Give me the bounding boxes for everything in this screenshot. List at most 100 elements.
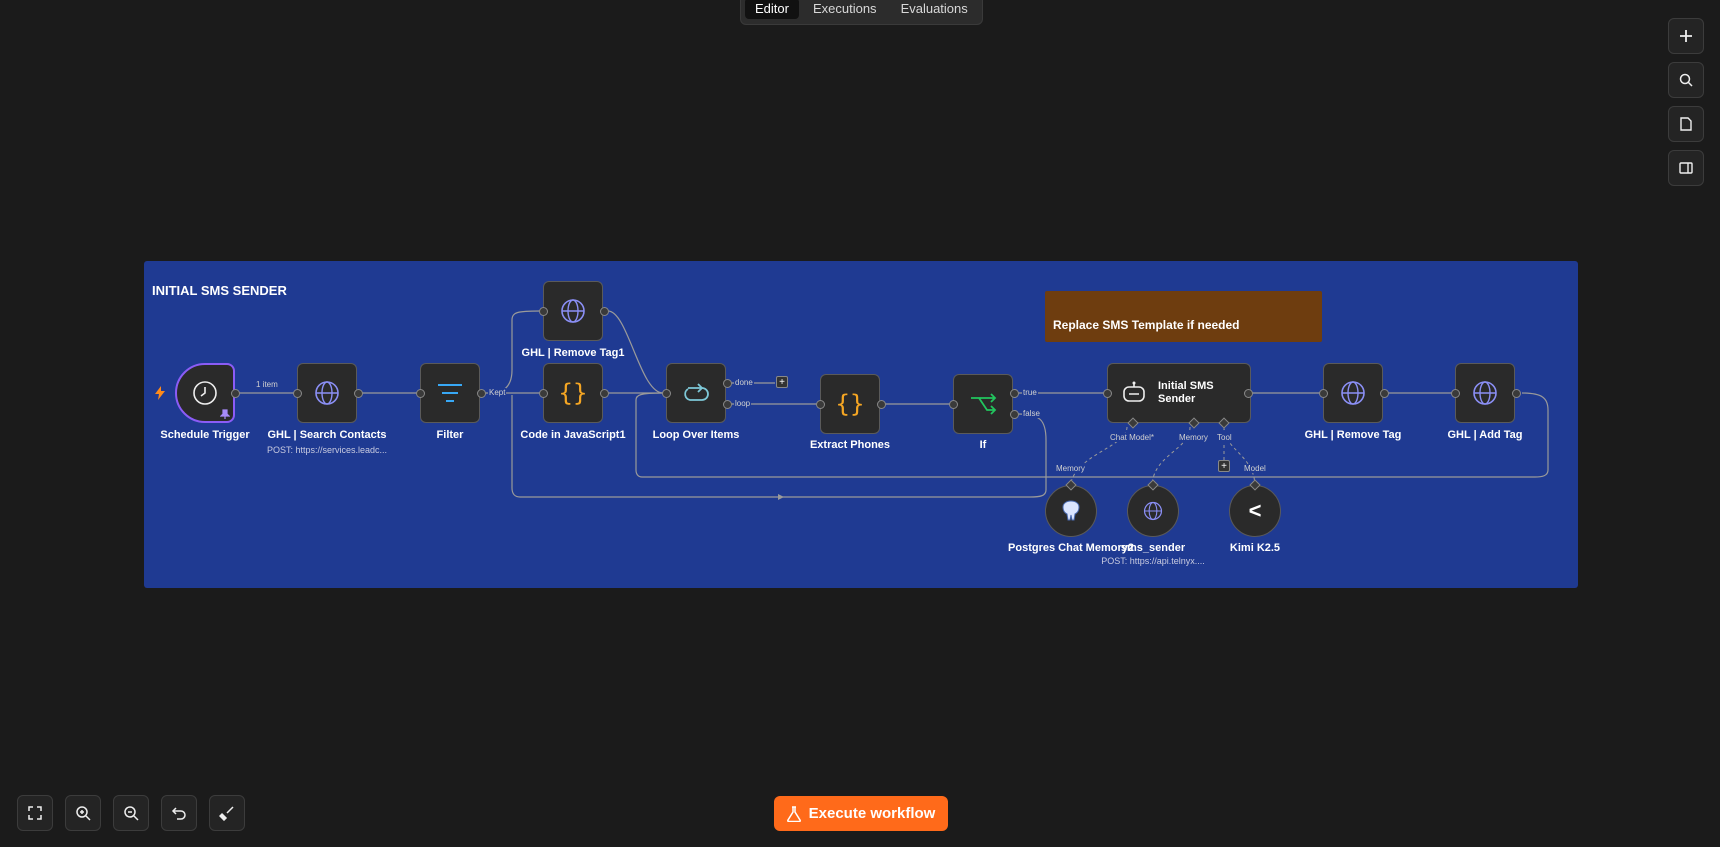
flask-icon — [786, 805, 801, 822]
broom-icon — [219, 806, 234, 821]
zoom-out-button[interactable] — [113, 795, 149, 831]
sms-sender-node[interactable] — [1127, 485, 1179, 537]
port-in[interactable] — [539, 389, 548, 398]
edge-label-memory-sub: Memory — [1055, 464, 1086, 473]
ghl-search-contacts-node[interactable] — [297, 363, 357, 423]
ghl-remove-tag-node[interactable] — [1323, 363, 1383, 423]
ghl-add-tag-label: GHL | Add Tag — [1447, 429, 1523, 441]
branch-icon — [971, 393, 997, 415]
zoom-in-button[interactable] — [65, 795, 101, 831]
port-out-true[interactable] — [1010, 389, 1019, 398]
kimi-model-node[interactable]: < — [1229, 485, 1281, 537]
add-after-done-button[interactable]: + — [776, 376, 788, 388]
execute-workflow-button[interactable]: Execute workflow — [774, 796, 948, 831]
port-in[interactable] — [293, 389, 302, 398]
port-in[interactable] — [816, 400, 825, 409]
port-out-false[interactable] — [1010, 410, 1019, 419]
ghl-add-tag-node[interactable] — [1455, 363, 1515, 423]
initial-sms-sender-node[interactable]: Initial SMS Sender — [1107, 363, 1251, 423]
add-tool-button[interactable]: + — [1218, 460, 1230, 472]
loop-over-items-label: Loop Over Items — [652, 429, 740, 441]
toggle-panel-button[interactable] — [1668, 150, 1704, 186]
port-in[interactable] — [662, 389, 671, 398]
if-label: If — [979, 439, 987, 451]
port-out[interactable] — [1512, 389, 1521, 398]
port-out[interactable] — [600, 307, 609, 316]
port-out[interactable] — [354, 389, 363, 398]
code-javascript1-label: Code in JavaScript1 — [520, 429, 626, 441]
kimi-logo-icon: < — [1248, 498, 1262, 523]
code-braces-icon: {} — [835, 390, 865, 418]
execute-workflow-label: Execute workflow — [808, 805, 936, 822]
port-out-done[interactable] — [723, 379, 732, 388]
tidy-up-button[interactable] — [209, 795, 245, 831]
postgres-chat-memory-node[interactable] — [1045, 485, 1097, 537]
port-out[interactable] — [1380, 389, 1389, 398]
loop-icon — [684, 383, 709, 401]
edge-label-kept: Kept — [488, 388, 507, 397]
zoom-in-icon — [76, 806, 91, 821]
plus-icon — [1680, 30, 1692, 42]
edge-label-model: Model — [1243, 464, 1267, 473]
ghl-remove-tag1-label: GHL | Remove Tag1 — [521, 347, 625, 359]
port-in[interactable] — [949, 400, 958, 409]
tab-executions[interactable]: Executions — [803, 0, 887, 19]
if-node[interactable] — [953, 374, 1013, 434]
ghl-remove-tag-label: GHL | Remove Tag — [1304, 429, 1402, 441]
robot-icon — [1123, 381, 1145, 402]
bolt-icon — [155, 386, 165, 400]
extract-phones-node[interactable]: {} — [820, 374, 880, 434]
edge-label-chat-model: Chat Model* — [1109, 433, 1156, 442]
edge-label-memory: Memory — [1178, 433, 1209, 442]
port-in[interactable] — [539, 307, 548, 316]
port-in[interactable] — [1451, 389, 1460, 398]
edge-label-done: done — [734, 378, 754, 387]
port-in[interactable] — [1103, 389, 1112, 398]
filter-icon — [438, 384, 462, 402]
port-out[interactable] — [477, 389, 486, 398]
port-out[interactable] — [231, 389, 240, 398]
port-in[interactable] — [416, 389, 425, 398]
globe-icon — [315, 381, 339, 405]
schedule-trigger-label: Schedule Trigger — [160, 429, 250, 441]
port-out-loop[interactable] — [723, 400, 732, 409]
panel-icon — [1679, 162, 1693, 174]
clock-icon — [193, 381, 217, 405]
port-out[interactable] — [1244, 389, 1253, 398]
code-braces-icon: {} — [558, 379, 588, 407]
ghl-search-contacts-label: GHL | Search Contacts — [267, 429, 387, 441]
ghl-remove-tag1-node[interactable] — [543, 281, 603, 341]
loop-over-items-node[interactable] — [666, 363, 726, 423]
edge-label-tool: Tool — [1216, 433, 1233, 442]
sticky-note-button[interactable] — [1668, 106, 1704, 142]
tab-evaluations[interactable]: Evaluations — [891, 0, 978, 19]
code-javascript1-node[interactable]: {} — [543, 363, 603, 423]
fullscreen-icon — [28, 806, 42, 820]
port-in[interactable] — [1319, 389, 1328, 398]
ghl-search-contacts-subtitle: POST: https://services.leadc... — [266, 445, 388, 455]
initial-sms-sender-label: Initial SMS Sender — [1158, 380, 1214, 405]
edge-label-items: 1 item — [255, 380, 279, 389]
globe-icon — [561, 299, 585, 323]
tab-editor[interactable]: Editor — [745, 0, 799, 19]
zoom-out-icon — [124, 806, 139, 821]
elephant-icon — [1062, 500, 1080, 521]
search-icon — [1679, 73, 1693, 87]
search-button[interactable] — [1668, 62, 1704, 98]
globe-icon — [1341, 381, 1365, 405]
fit-view-button[interactable] — [17, 795, 53, 831]
undo-icon — [171, 807, 186, 820]
extract-phones-label: Extract Phones — [809, 439, 891, 451]
port-out[interactable] — [877, 400, 886, 409]
undo-button[interactable] — [161, 795, 197, 831]
globe-icon — [1473, 381, 1497, 405]
sms-sender-subtitle: POST: https://api.telnyx.... — [1101, 556, 1205, 566]
filter-node[interactable] — [420, 363, 480, 423]
port-out[interactable] — [600, 389, 609, 398]
note-icon — [1680, 117, 1692, 131]
filter-label: Filter — [436, 429, 464, 441]
sticky-note-template[interactable]: Replace SMS Template if needed — [1045, 291, 1322, 342]
sticky-note-text: Replace SMS Template if needed — [1053, 318, 1240, 332]
view-tabs: Editor Executions Evaluations — [740, 0, 983, 25]
add-node-button[interactable] — [1668, 18, 1704, 54]
